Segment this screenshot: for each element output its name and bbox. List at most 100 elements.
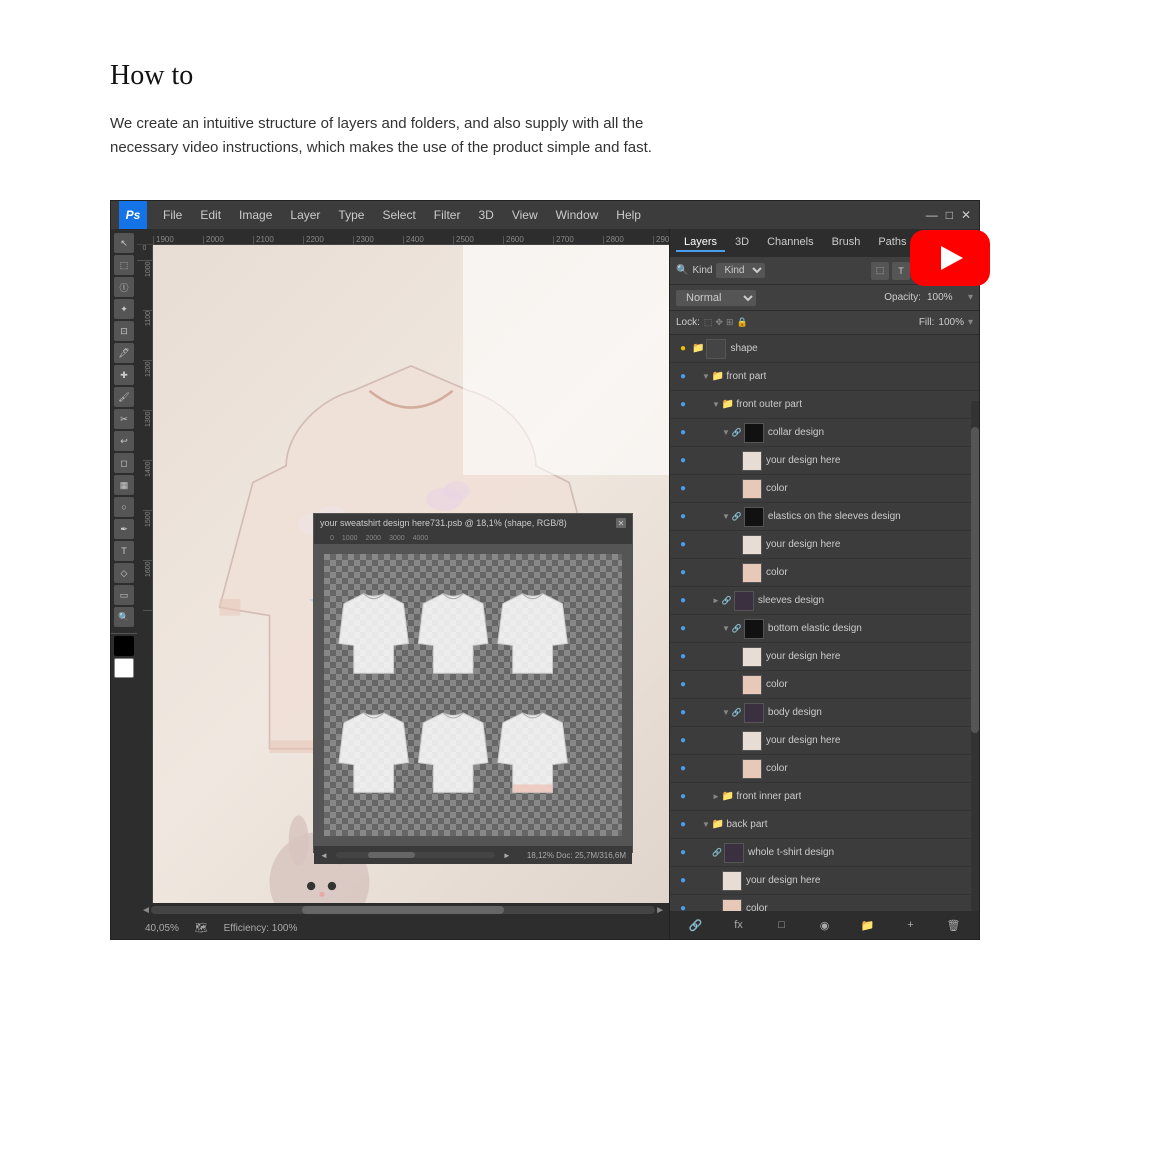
layer-color-5[interactable]: ● color	[670, 895, 979, 911]
layer-bottom-elastic[interactable]: ● ▼ 🔗 bottom elastic design	[670, 615, 979, 643]
menu-filter[interactable]: Filter	[426, 206, 469, 224]
layer-front-outer-part[interactable]: ● ▼ 📁 front outer part	[670, 391, 979, 419]
tool-select-rect[interactable]: ⬚	[114, 255, 134, 275]
horizontal-scrollbar[interactable]: ◄ ►	[137, 903, 669, 917]
expand-icon[interactable]: ▼	[722, 428, 730, 437]
tab-layers[interactable]: Layers	[676, 234, 725, 252]
layer-visibility-design4[interactable]: ●	[674, 732, 692, 750]
tool-text[interactable]: T	[114, 541, 134, 561]
lock-artboard-icon[interactable]: ⊞	[726, 317, 734, 328]
layer-visibility-front-outer-part[interactable]: ●	[674, 396, 692, 414]
opacity-arrow[interactable]: ▾	[968, 292, 973, 303]
layer-visibility-back[interactable]: ●	[674, 816, 692, 834]
layer-visibility-design1[interactable]: ●	[674, 452, 692, 470]
tab-channels[interactable]: Channels	[759, 234, 821, 252]
tool-gradient[interactable]: ▦	[114, 475, 134, 495]
menu-edit[interactable]: Edit	[192, 206, 229, 224]
filter-pixel-icon[interactable]: ⬚	[871, 262, 889, 280]
tool-magic-wand[interactable]: ✦	[114, 299, 134, 319]
design-preview-window[interactable]: your sweatshirt design here731.psb @ 18,…	[313, 513, 633, 853]
expand-icon[interactable]: ▼	[722, 512, 730, 521]
layer-visibility-collar[interactable]: ●	[674, 424, 692, 442]
layer-visibility-color4[interactable]: ●	[674, 760, 692, 778]
link-layers-btn[interactable]: 🔗	[686, 915, 706, 935]
tool-history[interactable]: ↩	[114, 431, 134, 451]
tab-paths[interactable]: Paths	[870, 234, 914, 252]
layer-body-design[interactable]: ● ▼ 🔗 body design	[670, 699, 979, 727]
new-group-btn[interactable]: 📁	[858, 915, 878, 935]
lock-all-icon[interactable]: 🔒	[737, 317, 748, 328]
layer-shape[interactable]: ● 📁 shape	[670, 335, 979, 363]
tool-crop[interactable]: ⊡	[114, 321, 134, 341]
mask-btn[interactable]: □	[772, 915, 792, 935]
menu-view[interactable]: View	[504, 206, 546, 224]
layer-design-here-3[interactable]: ● your design here	[670, 643, 979, 671]
layer-visibility-body[interactable]: ●	[674, 704, 692, 722]
layer-visibility-whole[interactable]: ●	[674, 844, 692, 862]
menu-window[interactable]: Window	[548, 206, 607, 224]
kind-dropdown[interactable]: Kind	[716, 263, 765, 278]
layer-visibility-design2[interactable]: ●	[674, 536, 692, 554]
layer-design-here-5[interactable]: ● your design here	[670, 867, 979, 895]
fill-arrow[interactable]: ▾	[968, 317, 973, 328]
expand-icon[interactable]: ▼	[722, 708, 730, 717]
expand-icon[interactable]: ▼	[702, 820, 710, 829]
filter-text-icon[interactable]: T	[892, 262, 910, 280]
expand-icon[interactable]: ▼	[702, 372, 710, 381]
layer-visibility-design5[interactable]: ●	[674, 872, 692, 890]
tool-heal[interactable]: ✚	[114, 365, 134, 385]
foreground-color[interactable]	[114, 636, 134, 656]
tool-shape[interactable]: ▭	[114, 585, 134, 605]
menu-3d[interactable]: 3D	[470, 206, 501, 224]
layers-scrollbar[interactable]	[971, 401, 979, 911]
tool-eyedropper[interactable]: 🖋	[114, 343, 134, 363]
inner-close-btn[interactable]: ✕	[616, 518, 626, 528]
layer-visibility-sleeves[interactable]: ●	[674, 592, 692, 610]
win-maximize[interactable]: □	[946, 208, 953, 222]
canvas-content[interactable]: your sweatshirt design here731.psb @ 18,…	[153, 245, 669, 903]
tool-eraser[interactable]: ◻	[114, 453, 134, 473]
tool-lasso[interactable]: ⓛ	[114, 277, 134, 297]
layers-list[interactable]: ● 📁 shape ● ▼ 📁 front part	[670, 335, 979, 911]
lock-pixel-icon[interactable]: ⬚	[704, 317, 713, 328]
tool-clone[interactable]: ✂	[114, 409, 134, 429]
layer-front-part[interactable]: ● ▼ 📁 front part	[670, 363, 979, 391]
layer-visibility-color1[interactable]: ●	[674, 480, 692, 498]
delete-layer-btn[interactable]: 🗑	[944, 915, 964, 935]
layer-collar-design[interactable]: ● ▼ 🔗 collar design	[670, 419, 979, 447]
tool-move[interactable]: ↖	[114, 233, 134, 253]
menu-layer[interactable]: Layer	[282, 206, 328, 224]
expand-icon[interactable]: ►	[712, 596, 720, 605]
win-minimize[interactable]: —	[926, 208, 938, 222]
tool-zoom[interactable]: 🔍	[114, 607, 134, 627]
layer-back-part[interactable]: ● ▼ 📁 back part	[670, 811, 979, 839]
tab-3d[interactable]: 3D	[727, 234, 757, 252]
layer-sleeves[interactable]: ● ► 🔗 sleeves design	[670, 587, 979, 615]
menu-file[interactable]: File	[155, 206, 190, 224]
tool-brush[interactable]: 🖌	[114, 387, 134, 407]
layer-color-1[interactable]: ● color	[670, 475, 979, 503]
adjustment-btn[interactable]: ◉	[815, 915, 835, 935]
layer-color-2[interactable]: ● color	[670, 559, 979, 587]
layer-color-3[interactable]: ● color	[670, 671, 979, 699]
layer-design-here-1[interactable]: ● your design here	[670, 447, 979, 475]
blend-mode-dropdown[interactable]: Normal	[676, 290, 756, 306]
menu-type[interactable]: Type	[330, 206, 372, 224]
youtube-play-button[interactable]	[910, 230, 990, 286]
menu-image[interactable]: Image	[231, 206, 280, 224]
tool-pen[interactable]: ✒	[114, 519, 134, 539]
lock-move-icon[interactable]: ✥	[715, 317, 723, 328]
layer-whole-tshirt[interactable]: ● 🔗 whole t-shirt design	[670, 839, 979, 867]
layer-visibility-bottom-elastic[interactable]: ●	[674, 620, 692, 638]
layer-visibility-color5[interactable]: ●	[674, 900, 692, 912]
expand-icon[interactable]: ▼	[712, 400, 720, 409]
win-close[interactable]: ✕	[961, 208, 971, 222]
expand-icon[interactable]: ►	[712, 792, 720, 801]
layer-design-here-2[interactable]: ● your design here	[670, 531, 979, 559]
layer-visibility-color3[interactable]: ●	[674, 676, 692, 694]
layer-visibility-front-part[interactable]: ●	[674, 368, 692, 386]
menu-select[interactable]: Select	[374, 206, 423, 224]
background-color[interactable]	[114, 658, 134, 678]
tool-path[interactable]: ◇	[114, 563, 134, 583]
layer-front-inner-part[interactable]: ● ► 📁 front inner part	[670, 783, 979, 811]
